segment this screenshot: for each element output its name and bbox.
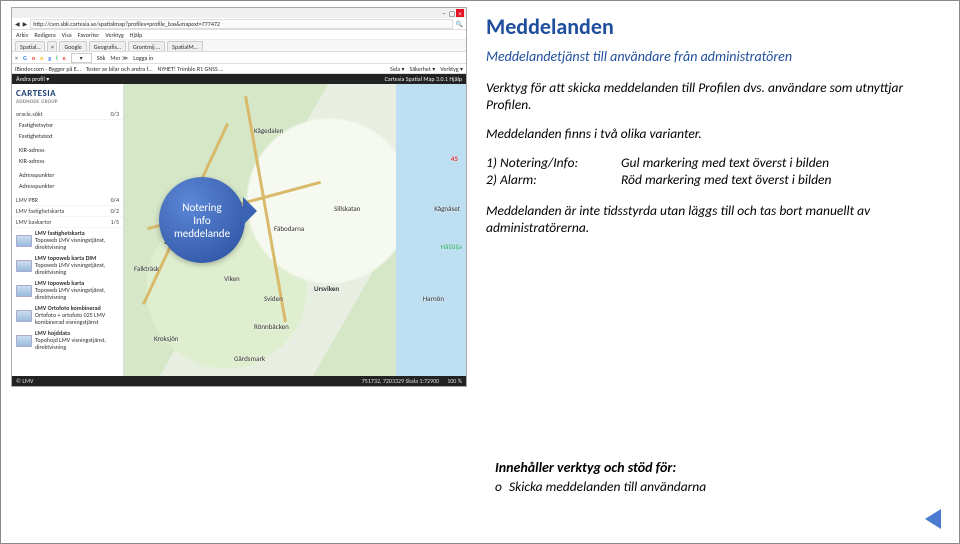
map-label-kagnaset: Kågnäset bbox=[434, 204, 460, 213]
status-copyright: © LMV bbox=[16, 377, 33, 385]
map-label-haljolja: Håljölja bbox=[441, 242, 462, 251]
map-label-sillskatan: Sillskatan bbox=[334, 204, 360, 213]
variant-notering-key: 1) Notering/Info: bbox=[486, 154, 621, 171]
app-topbar: Ändra profil ▾ Cartesia Spatial Map 3.0.… bbox=[12, 74, 466, 84]
window-min-icon[interactable]: – bbox=[440, 9, 448, 17]
tools-box-item: Skicka meddelanden till användarna bbox=[495, 478, 935, 495]
variant-alarm: 2) Alarm: Röd markering med text överst … bbox=[486, 171, 945, 188]
tools-box-header: Innehåller verktyg och stöd för: bbox=[495, 459, 935, 476]
paragraph-intro: Verktyg för att skicka meddelanden till … bbox=[486, 79, 945, 113]
browser-menu: Arkiv Redigera Visa Favoriter Verktyg Hj… bbox=[12, 30, 466, 40]
map-label-krokjon: Kroksjön bbox=[154, 334, 178, 343]
search-button[interactable]: Sök bbox=[97, 54, 106, 62]
variant-alarm-key: 2) Alarm: bbox=[486, 171, 621, 188]
map-label-viken: Viken bbox=[224, 274, 240, 283]
map-label-sviden: Sviden bbox=[264, 294, 283, 303]
tab-geografis[interactable]: Geografis… bbox=[89, 41, 126, 51]
callout-bubble: Notering Info meddelande bbox=[159, 177, 245, 263]
fav-nyhet[interactable]: NYHET! Trimble R1 GNSS … bbox=[158, 65, 224, 73]
status-bar: © LMV 751732, 7203329 Skala 1:72900 100 … bbox=[12, 376, 466, 386]
google-search[interactable]: ▾ bbox=[71, 53, 92, 63]
map-label-fabodarna: Fäbodarna bbox=[274, 224, 304, 233]
sidebar-item-adress1[interactable]: Adresspunkter bbox=[12, 170, 123, 181]
map-label-kagedelen: Kågedalen bbox=[254, 126, 283, 135]
page-title: Meddelanden bbox=[486, 13, 945, 40]
slide: – ▢ × ◀ ▶ http://csm.sbk.cartesia.se/spa… bbox=[0, 0, 960, 544]
app-screenshot: – ▢ × ◀ ▶ http://csm.sbk.cartesia.se/spa… bbox=[11, 7, 467, 387]
paragraph-variants: Meddelanden finns i två olika varianter. bbox=[486, 125, 945, 142]
tab-close-icon[interactable]: × bbox=[47, 41, 57, 51]
tools-box: Innehåller verktyg och stöd för: Skicka … bbox=[485, 453, 945, 501]
url-field[interactable]: http://csm.sbk.cartesia.se/spatialmap?pr… bbox=[30, 19, 452, 29]
logga-in-button[interactable]: Logga in bbox=[133, 54, 153, 62]
browser-tabs: Spatial… × Google Geografis… Grontmij … … bbox=[12, 40, 466, 52]
fav-ibinder[interactable]: IBinder.com - Bygger på E… bbox=[15, 65, 81, 73]
tab-grontmij[interactable]: Grontmij … bbox=[128, 41, 165, 51]
window-titlebar: – ▢ × bbox=[12, 8, 466, 18]
mer-button[interactable]: Mer ≫ bbox=[110, 54, 128, 62]
sidebar-lmv-fastighet[interactable]: LMV fastighetskarta0/2 bbox=[12, 206, 123, 217]
sea bbox=[396, 84, 466, 376]
menu-visa[interactable]: Visa bbox=[62, 31, 72, 39]
cartesia-logo: CARTESIA ADDNODE GROUP bbox=[12, 84, 123, 109]
layer-row[interactable]: LMV Ortofoto kombineradOrtofoto + ortofo… bbox=[12, 303, 123, 328]
page-subtitle: Meddelandetjänst till användare från adm… bbox=[486, 48, 945, 65]
sidebar-item-fastighetstext[interactable]: Fastighetstext bbox=[12, 131, 123, 142]
tab-spatial[interactable]: Spatial… bbox=[15, 41, 45, 51]
fav-tester[interactable]: Tester av bilar och andra f… bbox=[86, 65, 153, 73]
sidebar-search[interactable]: oracle.sökt0/3 bbox=[12, 109, 123, 120]
google-toolbar: × Google ▾ Sök Mer ≫ Logga in bbox=[12, 52, 466, 64]
forward-icon[interactable]: ▶ bbox=[23, 20, 28, 28]
app-version: Cartesia Spatial Map 3.0.1 Hjälp bbox=[385, 75, 462, 83]
address-bar: ◀ ▶ http://csm.sbk.cartesia.se/spatialma… bbox=[12, 18, 466, 30]
sidebar: CARTESIA ADDNODE GROUP oracle.sökt0/3 Fa… bbox=[12, 84, 124, 376]
layer-row[interactable]: LMV hojddataTopohojd LMV visningstjänst,… bbox=[12, 328, 123, 353]
menu-verktyg[interactable]: Verktyg bbox=[105, 31, 123, 39]
callout-line2: Info bbox=[193, 214, 210, 227]
map-label-ronnbacken: Rönnbäcken bbox=[254, 322, 289, 331]
window-close-icon[interactable]: × bbox=[456, 9, 464, 17]
favorites-bar: IBinder.com - Bygger på E… Tester av bil… bbox=[12, 64, 466, 74]
menu-redigera[interactable]: Redigera bbox=[34, 31, 55, 39]
status-coords: 751732, 7203329 Skala 1:72900 bbox=[362, 377, 439, 385]
map-label-ursviken: Ursviken bbox=[314, 284, 339, 293]
callout-line3: meddelande bbox=[174, 227, 230, 240]
change-profile[interactable]: Ändra profil ▾ bbox=[16, 75, 49, 83]
tab-spatialm[interactable]: SpatialM… bbox=[167, 41, 203, 51]
callout-line1: Notering bbox=[182, 201, 221, 214]
sidebar-lmv-pbr[interactable]: LMV PBR0/4 bbox=[12, 195, 123, 206]
tab-google[interactable]: Google bbox=[59, 41, 86, 51]
back-icon[interactable]: ◀ bbox=[15, 20, 20, 28]
sidebar-item-fastighetsytor[interactable]: Fastighetsytor bbox=[12, 120, 123, 131]
map-label-falktrask: Falkträsk bbox=[134, 264, 159, 273]
map-label-45: 45 bbox=[451, 154, 458, 163]
search-icon[interactable]: 🔍 bbox=[456, 20, 463, 28]
layer-row[interactable]: LMV fastighetskartaTopoweb LMV visningst… bbox=[12, 228, 123, 253]
sidebar-item-kir2[interactable]: KIR-adress bbox=[12, 156, 123, 167]
layer-row[interactable]: LMV topoweb karta DIMTopoweb LMV visning… bbox=[12, 253, 123, 278]
prev-slide-arrow-icon[interactable] bbox=[925, 509, 941, 529]
variant-notering-val: Gul markering med text överst i bilden bbox=[621, 154, 945, 171]
map-label-gardsmark: Gårdsmark bbox=[234, 354, 265, 363]
sakerhet-menu[interactable]: Säkerhet ▾ bbox=[410, 65, 436, 73]
text-column: Meddelanden Meddelandetjänst till använd… bbox=[486, 13, 945, 248]
layer-row[interactable]: LMV topoweb kartaTopoweb LMV visningstjä… bbox=[12, 278, 123, 303]
variant-alarm-val: Röd markering med text överst i bilden bbox=[621, 171, 945, 188]
verktyg-menu[interactable]: Verktyg ▾ bbox=[440, 65, 463, 73]
menu-favoriter[interactable]: Favoriter bbox=[78, 31, 100, 39]
sidebar-lmv-baskartor[interactable]: LMV baskartor1/5 bbox=[12, 217, 123, 228]
sidebar-item-adress2[interactable]: Adresspunkter bbox=[12, 181, 123, 192]
paragraph-tidsstyrda: Meddelanden är inte tidsstyrda utan lägg… bbox=[486, 202, 945, 236]
variant-notering: 1) Notering/Info: Gul markering med text… bbox=[486, 154, 945, 171]
menu-arkiv[interactable]: Arkiv bbox=[16, 31, 28, 39]
map-label-harnon: Harnön bbox=[423, 294, 444, 303]
sida-menu[interactable]: Sida ▾ bbox=[390, 65, 405, 73]
window-max-icon[interactable]: ▢ bbox=[448, 9, 456, 17]
menu-hjalp[interactable]: Hjälp bbox=[130, 31, 143, 39]
status-zoom: 100 % bbox=[447, 377, 462, 385]
sidebar-item-kir1[interactable]: KIR-adress bbox=[12, 145, 123, 156]
